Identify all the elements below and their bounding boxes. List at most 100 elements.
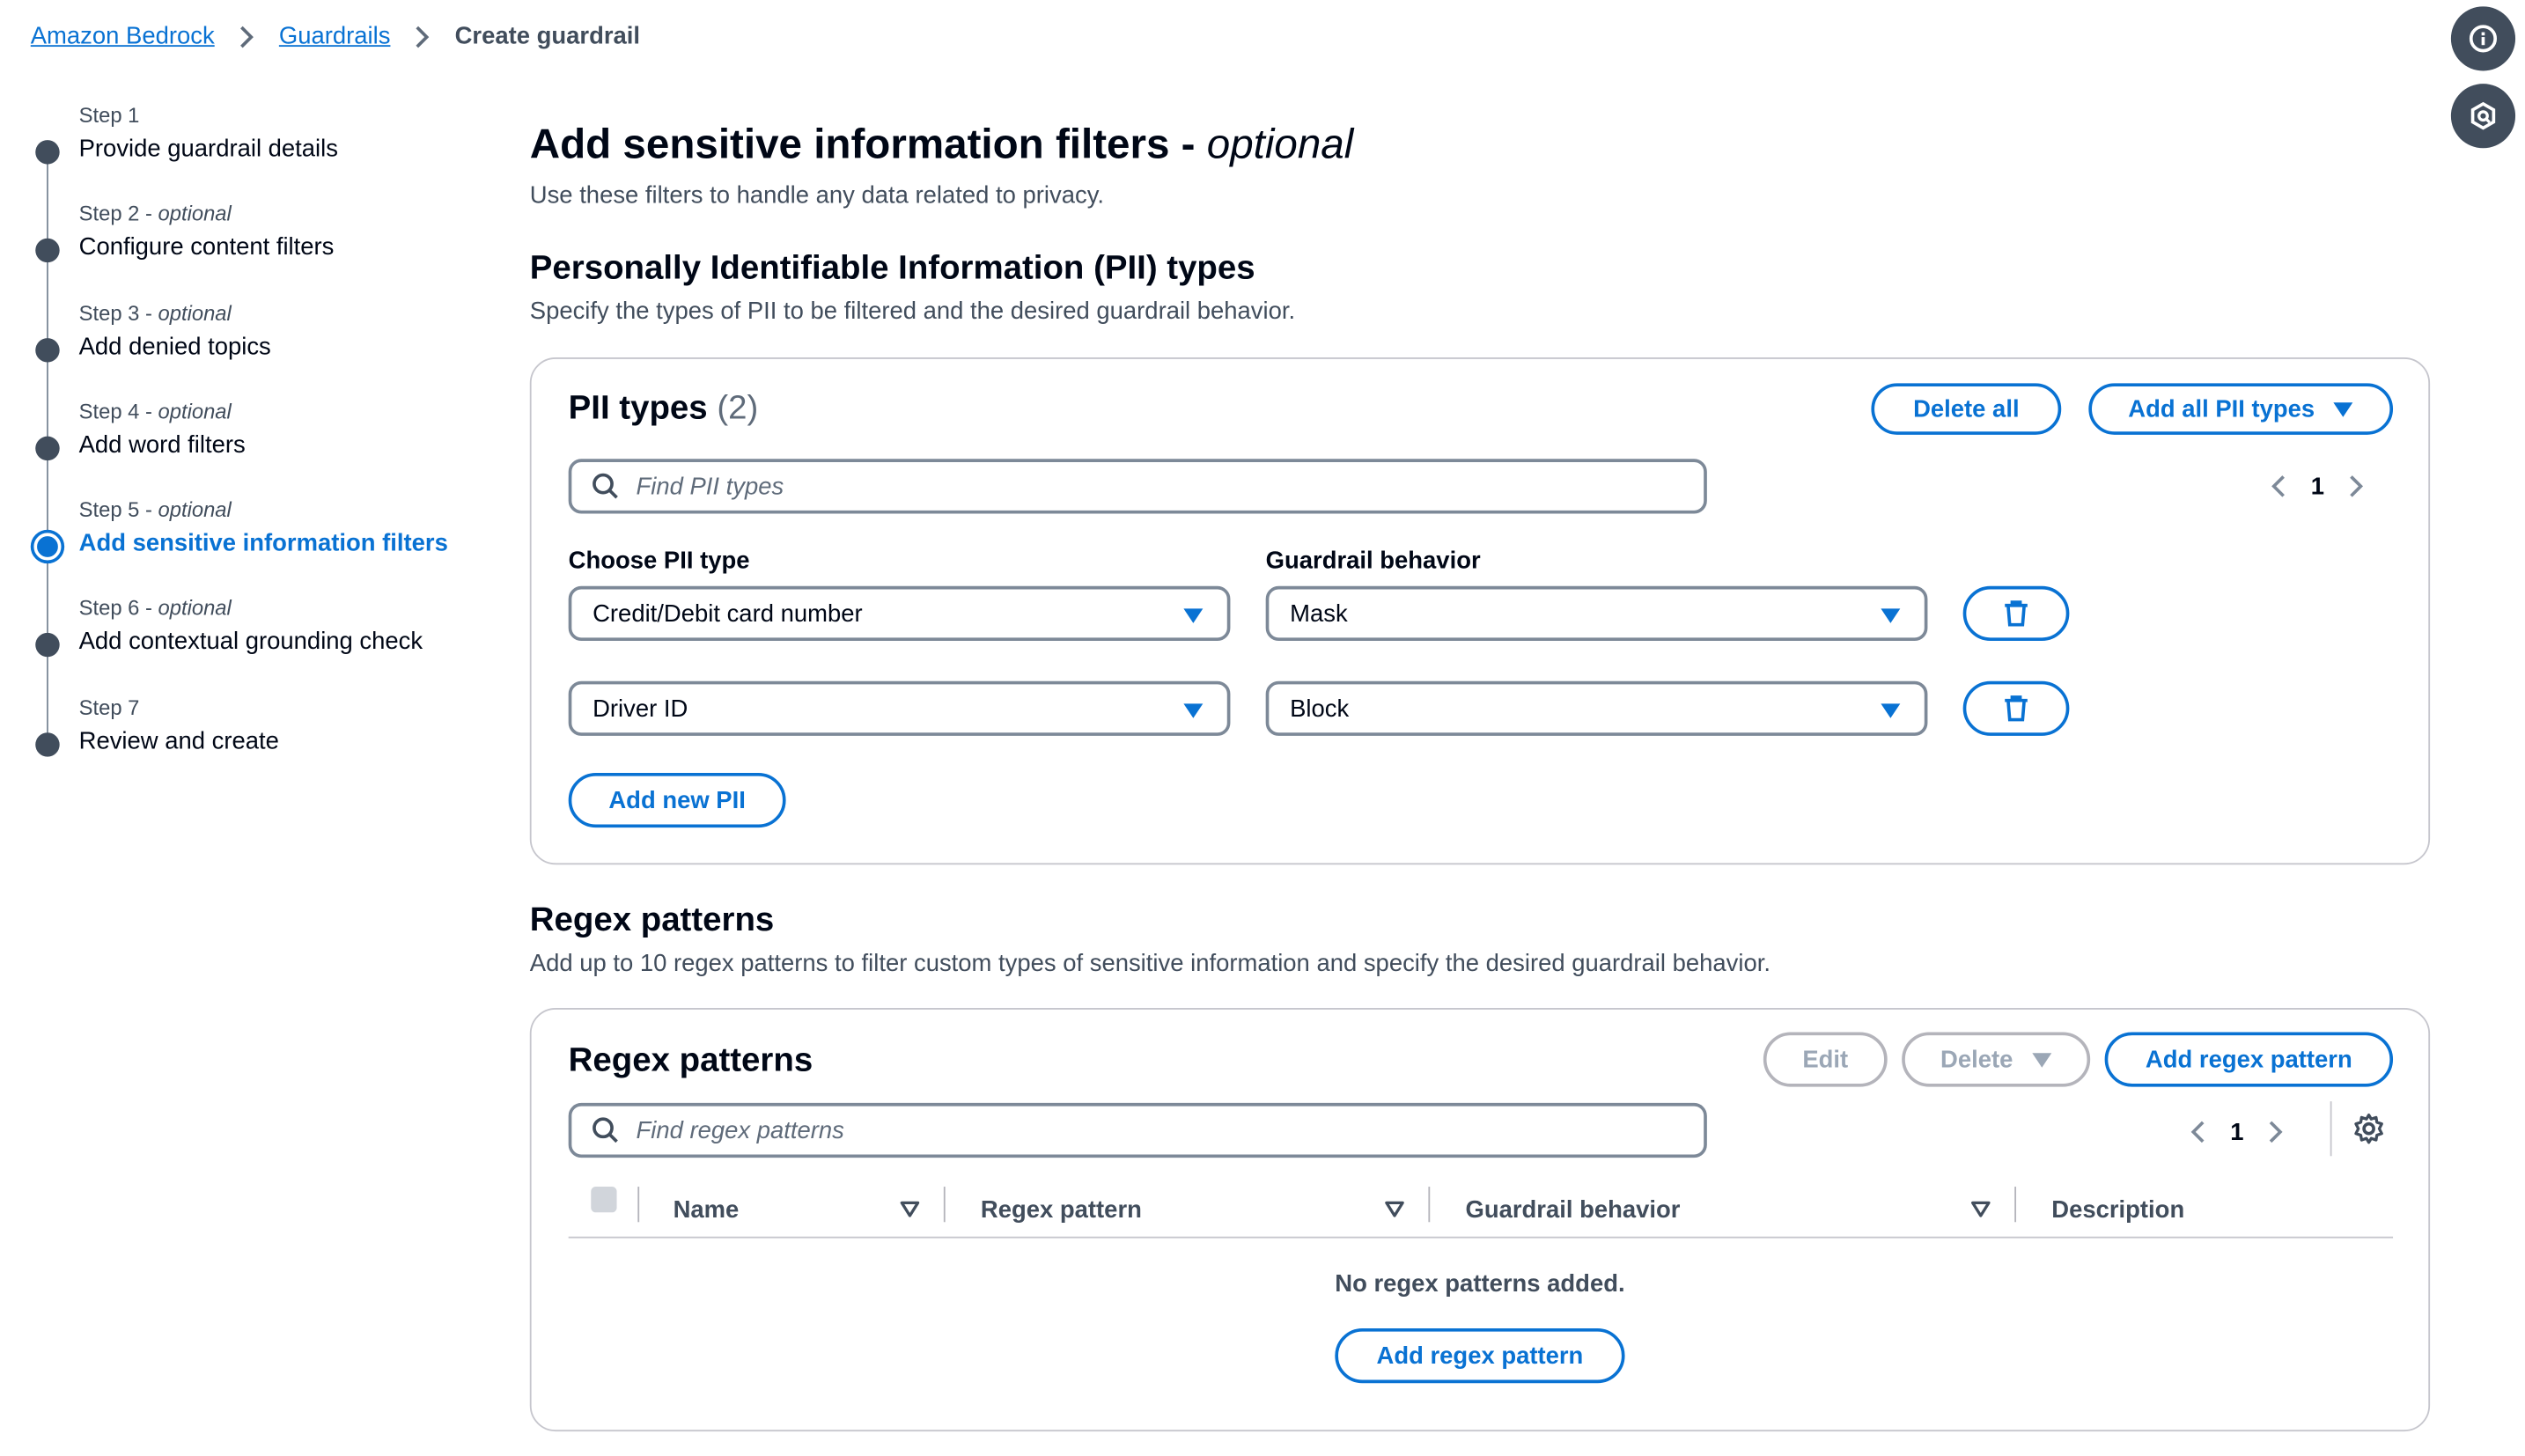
step-indicator-dot bbox=[35, 337, 60, 362]
caret-down-icon bbox=[2334, 401, 2354, 416]
regex-table-header: Name Regex pattern Guardrail behavior De… bbox=[568, 1182, 2394, 1239]
regex-section-heading: Regex patterns bbox=[529, 901, 775, 939]
column-divider bbox=[637, 1187, 640, 1223]
step-indicator-dot bbox=[35, 239, 60, 263]
remove-pii-row-button[interactable] bbox=[1962, 680, 2070, 736]
column-header-name[interactable]: Name bbox=[674, 1196, 740, 1224]
column-divider bbox=[2014, 1187, 2017, 1223]
chevron-right-icon[interactable] bbox=[2340, 470, 2373, 503]
settings-button[interactable] bbox=[2352, 1113, 2385, 1145]
step-indicator-active-dot bbox=[33, 533, 62, 561]
step-link-denied-topics[interactable]: Add denied topics bbox=[79, 333, 271, 360]
page-number[interactable]: 1 bbox=[2311, 473, 2324, 500]
search-icon bbox=[593, 1117, 618, 1143]
pii-search-input[interactable] bbox=[632, 471, 1670, 502]
step-indicator-dot bbox=[35, 633, 60, 658]
page-root: Amazon Bedrock Guardrails Create guardra… bbox=[0, 0, 2525, 1456]
pii-type-select[interactable]: Credit/Debit card number bbox=[568, 585, 1231, 641]
pii-panel-title: PII types (2) bbox=[568, 389, 759, 427]
add-all-pii-types-button[interactable]: Add all PII types bbox=[2088, 383, 2394, 435]
regex-search-input[interactable] bbox=[632, 1114, 1670, 1146]
wizard-steps-nav: Step 1 Provide guardrail details Step 2 … bbox=[31, 99, 497, 791]
step-link-contextual-grounding[interactable]: Add contextual grounding check bbox=[79, 629, 423, 656]
edit-button[interactable]: Edit bbox=[1763, 1032, 1888, 1087]
search-icon bbox=[593, 473, 618, 499]
column-header-description[interactable]: Description bbox=[2051, 1196, 2184, 1224]
chevron-left-icon[interactable] bbox=[2182, 1116, 2214, 1149]
caret-down-icon bbox=[1881, 703, 1901, 718]
empty-state-add-regex-button[interactable]: Add regex pattern bbox=[1335, 1328, 1625, 1384]
behavior-value: Mask bbox=[1290, 599, 1348, 628]
gear-icon bbox=[2354, 1114, 2383, 1144]
regex-patterns-panel: Regex patterns Edit Delete Add regex pat… bbox=[529, 1008, 2431, 1432]
step-indicator-dot bbox=[35, 140, 60, 165]
chevron-right-icon bbox=[416, 25, 431, 48]
column-header-guardrail-behavior[interactable]: Guardrail behavior bbox=[1465, 1196, 1680, 1224]
page-title: Add sensitive information filters - opti… bbox=[529, 119, 1354, 168]
caret-down-icon bbox=[2032, 1052, 2052, 1067]
guardrail-behavior-select[interactable]: Block bbox=[1265, 680, 1928, 736]
step-7: Step 7 Review and create bbox=[31, 692, 497, 791]
step-number: Step 4 - optional bbox=[78, 399, 232, 423]
step-number: Step 5 - optional bbox=[78, 497, 232, 522]
info-button[interactable] bbox=[2450, 6, 2516, 71]
choose-pii-type-label: Choose PII type bbox=[568, 547, 750, 575]
feedback-icon bbox=[2470, 101, 2496, 130]
step-indicator-dot bbox=[35, 436, 60, 460]
regex-pagination: 1 bbox=[2182, 1116, 2292, 1149]
caret-down-icon bbox=[1183, 703, 1204, 718]
add-new-pii-button[interactable]: Add new PII bbox=[568, 772, 786, 828]
breadcrumb: Amazon Bedrock Guardrails Create guardra… bbox=[31, 23, 640, 50]
trash-icon bbox=[2005, 600, 2028, 627]
page-number[interactable]: 1 bbox=[2230, 1118, 2243, 1145]
column-divider bbox=[943, 1187, 946, 1223]
step-number: Step 1 bbox=[78, 103, 140, 128]
delete-all-button[interactable]: Delete all bbox=[1871, 383, 2062, 435]
pii-section-description: Specify the types of PII to be filtered … bbox=[529, 298, 1296, 326]
guardrail-behavior-select[interactable]: Mask bbox=[1265, 585, 1928, 641]
sort-icon[interactable] bbox=[1971, 1201, 1991, 1217]
step-link-provide-details[interactable]: Provide guardrail details bbox=[79, 136, 338, 163]
delete-button[interactable]: Delete bbox=[1902, 1032, 2091, 1087]
step-link-word-filters[interactable]: Add word filters bbox=[79, 431, 246, 459]
chevron-right-icon bbox=[240, 25, 254, 48]
step-3: Step 3 - optional Add denied topics bbox=[31, 298, 497, 459]
regex-panel-title: Regex patterns bbox=[568, 1041, 813, 1079]
breadcrumb-link-amazon-bedrock[interactable]: Amazon Bedrock bbox=[31, 23, 215, 50]
step-2: Step 2 - optional Configure content filt… bbox=[31, 199, 497, 360]
pii-section-heading: Personally Identifiable Information (PII… bbox=[529, 249, 1255, 287]
step-4: Step 4 - optional Add word filters bbox=[31, 396, 497, 557]
feedback-button[interactable] bbox=[2450, 84, 2516, 149]
pii-types-panel: PII types (2) Delete all Add all PII typ… bbox=[529, 357, 2431, 865]
page-subtitle: Use these filters to handle any data rel… bbox=[529, 181, 1105, 210]
breadcrumb-current: Create guardrail bbox=[454, 22, 641, 50]
step-link-review-create[interactable]: Review and create bbox=[79, 727, 279, 754]
step-number: Step 6 - optional bbox=[78, 596, 232, 621]
trash-icon bbox=[2005, 695, 2028, 722]
caret-down-icon bbox=[1881, 608, 1901, 623]
regex-search-field[interactable] bbox=[568, 1102, 1707, 1158]
breadcrumb-link-guardrails[interactable]: Guardrails bbox=[279, 23, 391, 50]
behavior-value: Block bbox=[1290, 695, 1350, 723]
info-icon bbox=[2469, 25, 2498, 53]
add-regex-pattern-button[interactable]: Add regex pattern bbox=[2104, 1032, 2394, 1087]
step-6: Step 6 - optional Add contextual groundi… bbox=[31, 593, 497, 754]
sort-icon[interactable] bbox=[900, 1201, 920, 1217]
regex-section-description: Add up to 10 regex patterns to filter cu… bbox=[529, 950, 1770, 978]
caret-down-icon bbox=[1183, 608, 1204, 623]
step-link-sensitive-info-filters[interactable]: Add sensitive information filters bbox=[79, 530, 448, 557]
guardrail-behavior-label: Guardrail behavior bbox=[1265, 547, 1481, 575]
column-header-regex-pattern[interactable]: Regex pattern bbox=[981, 1196, 1142, 1224]
step-link-content-filters[interactable]: Configure content filters bbox=[79, 234, 335, 261]
sort-icon[interactable] bbox=[1385, 1201, 1404, 1217]
select-all-checkbox[interactable] bbox=[591, 1187, 617, 1213]
column-divider bbox=[1428, 1187, 1431, 1223]
remove-pii-row-button[interactable] bbox=[1962, 585, 2070, 641]
chevron-right-icon[interactable] bbox=[2260, 1116, 2293, 1149]
toolbar-divider bbox=[2330, 1101, 2332, 1157]
step-1: Step 1 Provide guardrail details bbox=[31, 99, 497, 261]
step-number: Step 3 - optional bbox=[78, 300, 232, 325]
pii-type-select[interactable]: Driver ID bbox=[568, 680, 1231, 736]
chevron-left-icon[interactable] bbox=[2263, 470, 2295, 503]
pii-search-field[interactable] bbox=[568, 459, 1707, 514]
